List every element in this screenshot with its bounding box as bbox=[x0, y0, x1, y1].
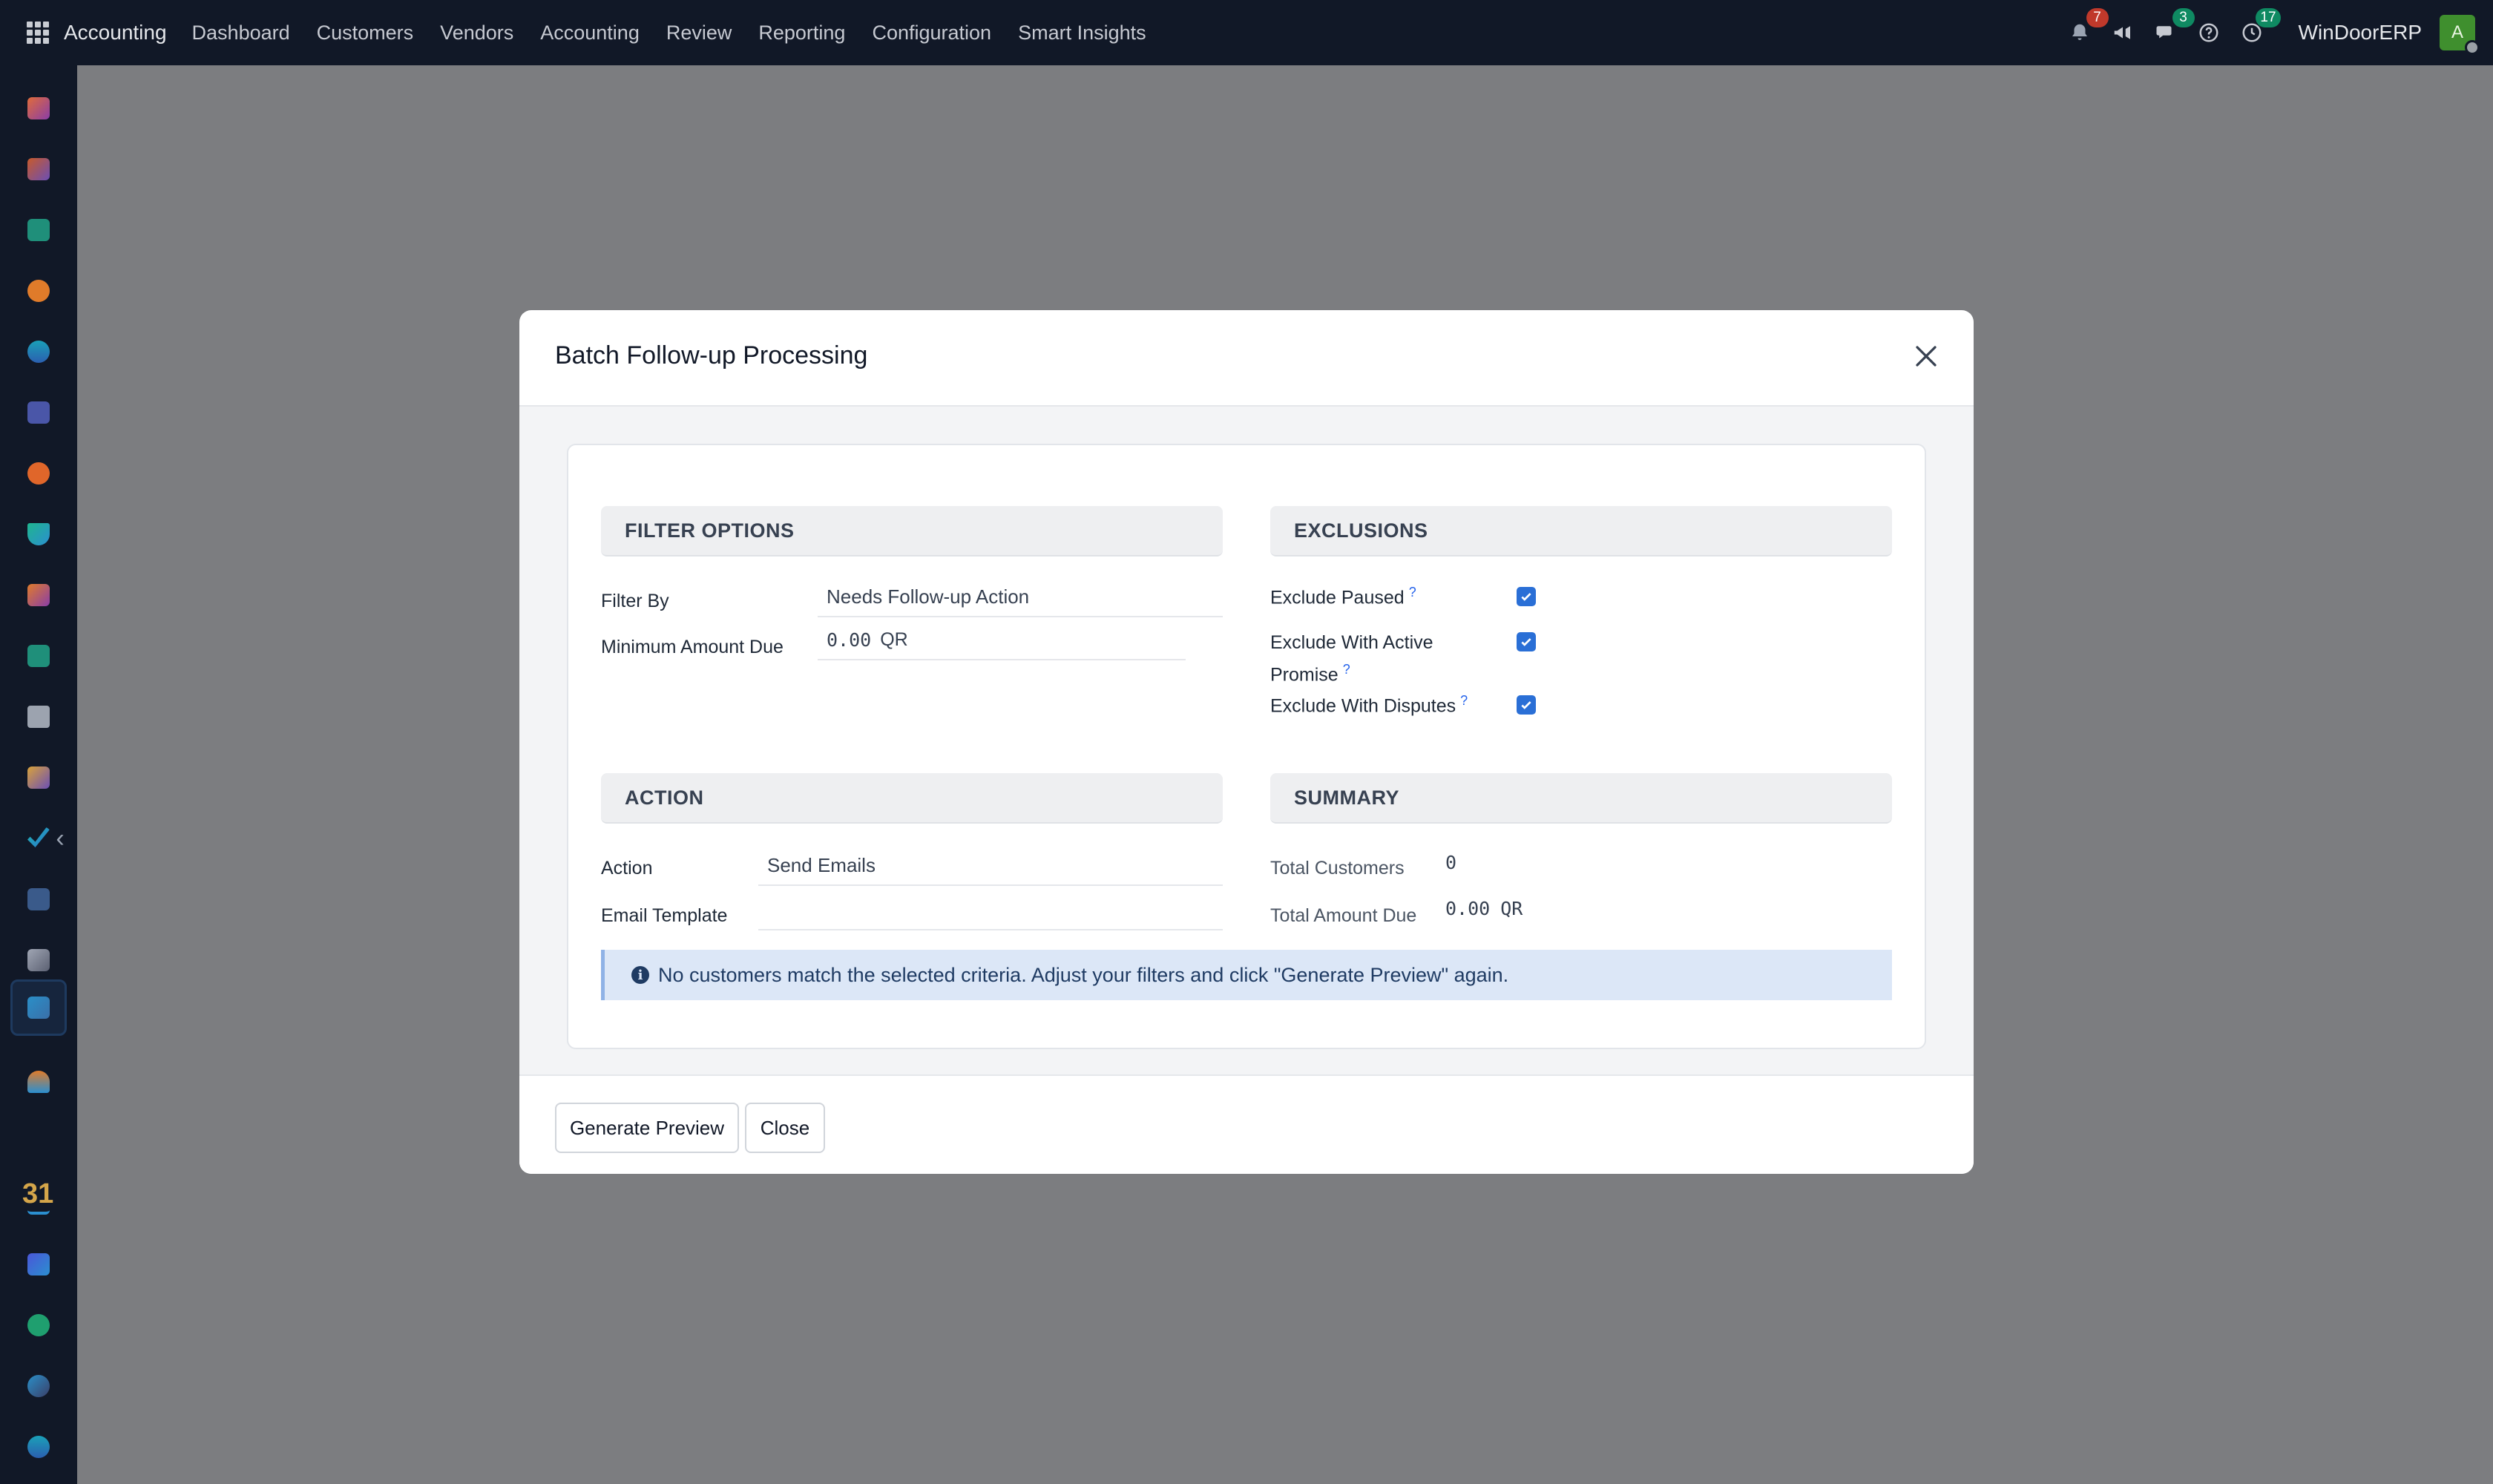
exclude-disputes-checkbox[interactable] bbox=[1517, 695, 1536, 715]
minimum-amount-value: 0.00 bbox=[827, 628, 872, 651]
sidebar-app-purchase-icon[interactable] bbox=[24, 763, 53, 792]
notifications-bell-icon[interactable]: 7 bbox=[2067, 8, 2109, 45]
form-sheet: FILTER OPTIONS Filter By Needs Follow-up… bbox=[567, 444, 1926, 1049]
sidebar-app-employees-icon[interactable] bbox=[24, 641, 53, 671]
sidebar-app-knowledge-icon[interactable] bbox=[24, 884, 53, 914]
sidebar-app-reports-icon[interactable] bbox=[24, 580, 53, 610]
sidebar-app-team-icon[interactable] bbox=[24, 1067, 53, 1097]
messages-badge: 3 bbox=[2172, 8, 2195, 27]
total-customers-label: Total Customers bbox=[1270, 858, 1405, 879]
sidebar-app-packages-icon[interactable] bbox=[24, 945, 53, 975]
info-icon: i bbox=[631, 966, 649, 984]
exclude-paused-text: Exclude Paused bbox=[1270, 587, 1405, 608]
action-label: Action bbox=[601, 858, 653, 879]
action-select[interactable]: Send Emails bbox=[758, 846, 1223, 886]
sidebar-app-sign-icon[interactable] bbox=[24, 1189, 53, 1218]
messages-chat-icon[interactable]: 3 bbox=[2153, 8, 2195, 45]
sidebar-app-inventory-icon[interactable] bbox=[24, 154, 53, 184]
total-customers-value: 0 bbox=[1445, 852, 1457, 873]
app-sidebar: ‹ 31 bbox=[0, 65, 77, 1484]
sidebar-app-planning-icon[interactable] bbox=[24, 1432, 53, 1462]
sidebar-app-timesheet-icon[interactable] bbox=[24, 1371, 53, 1401]
filter-by-label: Filter By bbox=[601, 591, 669, 611]
sidebar-app-discuss-icon[interactable] bbox=[24, 276, 53, 306]
email-template-label: Email Template bbox=[601, 905, 728, 926]
activities-badge: 17 bbox=[2256, 8, 2281, 27]
alert-message: No customers match the selected criteria… bbox=[658, 963, 1509, 986]
exclusions-heading: EXCLUSIONS bbox=[1270, 506, 1892, 556]
presence-status-dot bbox=[2465, 40, 2480, 55]
sidebar-app-contacts-icon[interactable] bbox=[24, 215, 53, 245]
minimum-amount-currency: QR bbox=[880, 628, 908, 650]
exclude-promise-text-line2: Promise bbox=[1270, 664, 1339, 686]
user-avatar[interactable]: A bbox=[2440, 15, 2480, 55]
menu-item-configuration[interactable]: Configuration bbox=[858, 22, 1005, 45]
exclude-disputes-label: Exclude With Disputes? bbox=[1270, 693, 1468, 717]
filter-options-heading: FILTER OPTIONS bbox=[601, 506, 1223, 556]
total-amount-currency: QR bbox=[1500, 898, 1523, 919]
action-heading: ACTION bbox=[601, 773, 1223, 824]
filter-by-select[interactable]: Needs Follow-up Action bbox=[818, 577, 1223, 617]
exclude-promise-text-line1: Exclude With Active bbox=[1270, 632, 1433, 653]
minimum-amount-label: Minimum Amount Due bbox=[601, 637, 784, 657]
sidebar-app-mail-icon[interactable] bbox=[24, 398, 53, 427]
dialog-body: FILTER OPTIONS Filter By Needs Follow-up… bbox=[519, 407, 1974, 1074]
activities-clock-icon[interactable]: 17 bbox=[2239, 8, 2281, 45]
menu-item-customers[interactable]: Customers bbox=[303, 22, 427, 45]
systray: 7 3 17 WinDoorERP A bbox=[2058, 0, 2480, 65]
help-icon[interactable] bbox=[2196, 20, 2221, 45]
minimum-amount-input[interactable]: 0.00 QR bbox=[818, 620, 1186, 660]
exclude-paused-checkbox[interactable] bbox=[1517, 587, 1536, 606]
sidebar-app-accounting-icon[interactable] bbox=[24, 993, 53, 1022]
sidebar-app-website-icon[interactable] bbox=[24, 337, 53, 367]
app-name[interactable]: Accounting bbox=[64, 21, 167, 45]
batch-followup-dialog: Batch Follow-up Processing FILTER OPTION… bbox=[519, 310, 1974, 1174]
exclude-promise-checkbox[interactable] bbox=[1517, 632, 1536, 651]
no-results-alert: i No customers match the selected criter… bbox=[601, 950, 1892, 1000]
exclude-disputes-help-icon[interactable]: ? bbox=[1460, 693, 1468, 708]
sidebar-app-project-icon[interactable] bbox=[24, 519, 53, 549]
action-value: Send Emails bbox=[767, 853, 876, 876]
sidebar-app-livechat-icon[interactable] bbox=[24, 459, 53, 488]
sidebar-app-whatsapp-icon[interactable] bbox=[24, 1310, 53, 1340]
dialog-header: Batch Follow-up Processing bbox=[519, 310, 1974, 407]
top-navbar: Accounting Dashboard Customers Vendors A… bbox=[0, 0, 2493, 65]
menu-item-smart-insights[interactable]: Smart Insights bbox=[1005, 22, 1160, 45]
email-template-select[interactable] bbox=[758, 890, 1223, 930]
announcement-megaphone-icon[interactable] bbox=[2110, 20, 2135, 45]
menu-item-review[interactable]: Review bbox=[653, 22, 746, 45]
sidebar-app-products-icon[interactable] bbox=[24, 702, 53, 732]
exclude-paused-label: Exclude Paused? bbox=[1270, 585, 1416, 608]
total-amount-value: 0.00 QR bbox=[1445, 898, 1523, 919]
menu-item-vendors[interactable]: Vendors bbox=[427, 22, 527, 45]
apps-menu-icon[interactable] bbox=[27, 22, 49, 44]
menu-item-reporting[interactable]: Reporting bbox=[745, 22, 858, 45]
total-amount-number: 0.00 bbox=[1445, 898, 1491, 919]
avatar-initial: A bbox=[2451, 22, 2463, 42]
close-icon[interactable] bbox=[1913, 343, 1939, 370]
exclude-promise-help-icon[interactable]: ? bbox=[1343, 662, 1350, 677]
filter-by-value: Needs Follow-up Action bbox=[827, 585, 1030, 608]
main-menu: Dashboard Customers Vendors Accounting R… bbox=[179, 22, 1160, 45]
notifications-badge: 7 bbox=[2086, 8, 2109, 27]
exclude-promise-label: Exclude With Active Promise? bbox=[1270, 629, 1433, 688]
menu-item-accounting[interactable]: Accounting bbox=[527, 22, 653, 45]
exclude-disputes-text: Exclude With Disputes bbox=[1270, 695, 1456, 717]
menu-item-dashboard[interactable]: Dashboard bbox=[179, 22, 303, 45]
sidebar-app-todo-icon[interactable] bbox=[24, 824, 53, 853]
close-button[interactable]: Close bbox=[745, 1103, 825, 1153]
exclude-paused-help-icon[interactable]: ? bbox=[1409, 585, 1416, 600]
generate-preview-button[interactable]: Generate Preview bbox=[555, 1103, 739, 1153]
dialog-title: Batch Follow-up Processing bbox=[555, 341, 868, 370]
total-amount-label: Total Amount Due bbox=[1270, 905, 1417, 926]
summary-heading: SUMMARY bbox=[1270, 773, 1892, 824]
sidebar-app-sales-icon[interactable] bbox=[24, 93, 53, 123]
sidebar-app-dashboards-icon[interactable] bbox=[24, 1250, 53, 1279]
dialog-footer: Generate Preview Close bbox=[519, 1074, 1974, 1174]
company-switcher[interactable]: WinDoorERP bbox=[2299, 21, 2422, 45]
